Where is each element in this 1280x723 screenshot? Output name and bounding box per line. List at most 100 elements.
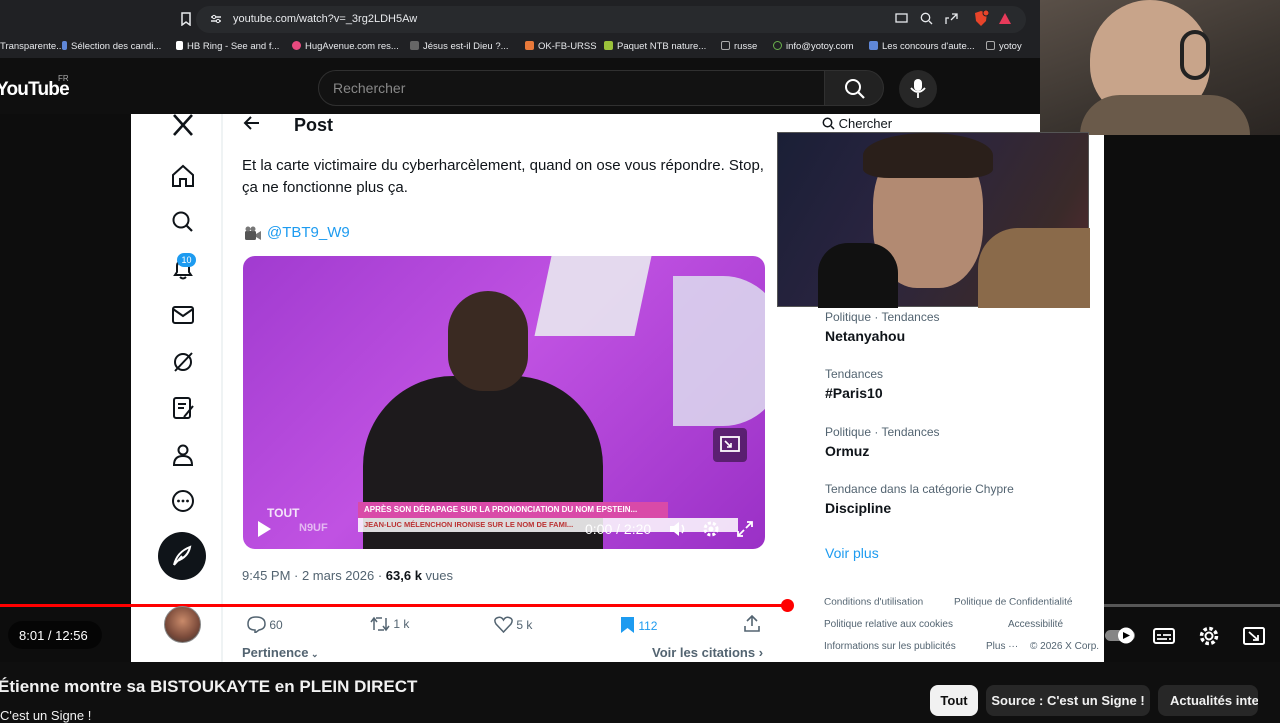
trend-category: Politique · Tendances [825,310,940,324]
view-quotes-label: Voir les citations [652,645,756,660]
trend-name: Discipline [825,500,892,516]
search-button[interactable] [824,70,884,106]
trend-name: Netanyahou [825,328,906,344]
news-banner-title: APRÈS SON DÉRAPAGE SUR LA PRONONCIATION … [358,502,668,518]
trend-name: #Paris10 [825,385,883,401]
trend-category: Tendance dans la catégorie Chypre [825,482,1014,496]
brave-rewards-icon[interactable] [998,12,1012,25]
bookmark-favicon-icon [869,41,878,50]
bookmark-item[interactable]: info@yotoy.com [773,41,854,52]
microphone-icon [910,79,926,98]
chevron-right-icon: › [755,645,764,660]
chip-source[interactable]: Source : C'est un Signe ! [986,685,1150,716]
volume-icon [670,522,685,536]
bookmark-favicon-icon [62,41,67,50]
bookmark-folder[interactable]: yotoy [986,41,1022,52]
bookmark-item[interactable]: Paquet NTB nature... [604,41,706,52]
reply-count: 60 [269,618,283,632]
play-icon [258,521,271,537]
progress-scrubber-handle[interactable] [781,599,794,612]
share-icon[interactable] [945,12,958,25]
grok-icon [174,352,193,372]
bookmark-item[interactable]: Sélection des candi... [62,41,161,52]
back-arrow-icon [243,116,259,130]
repost-action: 1 k [370,616,409,632]
lists-icon [173,397,194,419]
notification-badge: 10 [177,253,196,267]
channel-avatar[interactable] [164,606,201,643]
bookmark-count: 112 [638,619,658,633]
trend-name: Ormuz [825,443,870,459]
brave-shield-icon[interactable] [973,10,989,27]
sort-replies-dropdown: Pertinence ⌄ [242,645,319,660]
x-sidebar-nav [131,114,223,662]
bookmark-item[interactable]: HugAvenue.com res... [292,41,399,52]
search-label: Chercher [838,116,893,131]
channel-name[interactable]: C'est un Signe ! [0,708,91,723]
repost-icon [370,616,390,632]
tweet-meta: 9:45 PM · 2 mars 2026 · 63,6 k vues [242,568,453,583]
chip-all[interactable]: Tout [930,685,978,716]
footer-link: Accessibilité [1008,619,1064,630]
zoom-icon[interactable] [920,12,933,25]
search-icon [845,79,865,99]
sort-label: Pertinence [242,645,309,660]
like-count: 5 k [516,618,533,632]
bookmark-action: 112 [620,616,657,634]
microphone-icon [818,243,898,308]
embedded-video: APRÈS SON DÉRAPAGE SUR LA PRONONCIATION … [243,256,765,549]
bookmark-star-icon[interactable] [180,12,192,26]
bookmark-item[interactable]: Jésus est-il Dieu ?... [410,41,509,52]
bookmark-item[interactable]: HB Ring - See and f... [176,41,279,52]
view-quotes-link: Voir les citations › [652,645,763,660]
bookmark-favicon-icon [292,41,301,50]
footer-copyright: © 2026 X Corp. [1030,641,1100,652]
post-title: Post [294,115,334,135]
subtitles-icon[interactable] [1152,624,1176,648]
heart-icon [494,616,513,634]
explore-icon [172,211,193,232]
tweet-text: Et la carte victimaire du cyberharcèleme… [242,157,764,196]
url-text: youtube.com/watch?v=_3rg2LDH5Aw [233,13,418,25]
mentioned-handle: @TBT9_W9 [267,224,350,241]
search-placeholder: Rechercher [333,80,406,96]
channel-logo-text: N9UF [299,522,328,534]
show-more-link: Voir plus [825,545,879,561]
trend-category: Politique · Tendances [825,425,940,439]
channel-logo-text: TOUT [267,506,300,520]
repost-count: 1 k [393,617,410,631]
footer-link: Politique relative aux cookies [824,619,953,630]
chip-news[interactable]: Actualités inte [1158,685,1258,716]
video-title: Étienne montre sa BISTOUKAYTE en PLEIN D… [0,677,418,696]
home-icon [172,164,194,187]
bookmark-item[interactable]: OK-FB-URSS [525,41,597,52]
footer-link: Plus ··· [986,641,1019,652]
search-icon [822,117,835,130]
headphones-icon [1180,30,1210,80]
bookmark-filled-icon [621,617,634,633]
chevron-down-icon: ⌄ [308,649,319,659]
bookmark-favicon-icon [410,41,419,50]
x-search-field: Chercher [822,116,892,131]
studio-backdrop-letter [534,256,652,336]
bookmark-item[interactable]: Transparente... [0,41,64,52]
footer-link: Informations sur les publicités [824,641,956,652]
settings-gear-icon[interactable] [1197,624,1221,648]
bookmark-folder[interactable]: russe [721,41,757,52]
fullscreen-icon [737,521,753,537]
views-label: vues [421,568,454,583]
share-icon [744,614,760,632]
presenter-head [448,291,528,391]
embedded-video-time: 0:00 / 2:20 [585,521,652,537]
autoplay-toggle[interactable] [1104,624,1136,646]
bookmark-favicon-icon [604,41,613,50]
cast-icon[interactable] [895,13,908,24]
site-settings-icon[interactable] [210,14,222,24]
miniplayer-icon[interactable] [1242,624,1266,648]
bookmark-favicon-icon [176,41,183,50]
streamer-shirt [1080,95,1250,135]
studio-backdrop-letter [673,276,765,426]
guest-webcam [777,132,1090,308]
voice-search-button[interactable] [899,70,937,108]
bookmark-item[interactable]: Les concours d'aute... [869,41,975,52]
